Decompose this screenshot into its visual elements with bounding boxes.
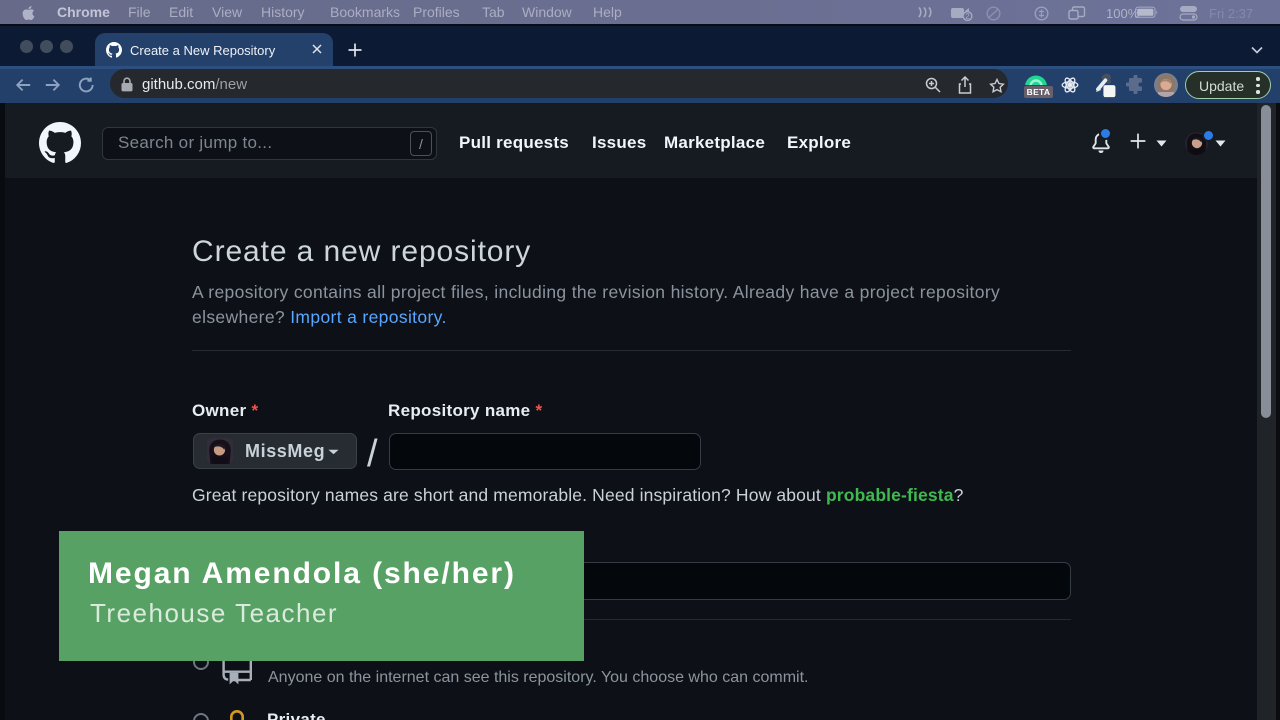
svg-text:2: 2 (965, 12, 970, 21)
